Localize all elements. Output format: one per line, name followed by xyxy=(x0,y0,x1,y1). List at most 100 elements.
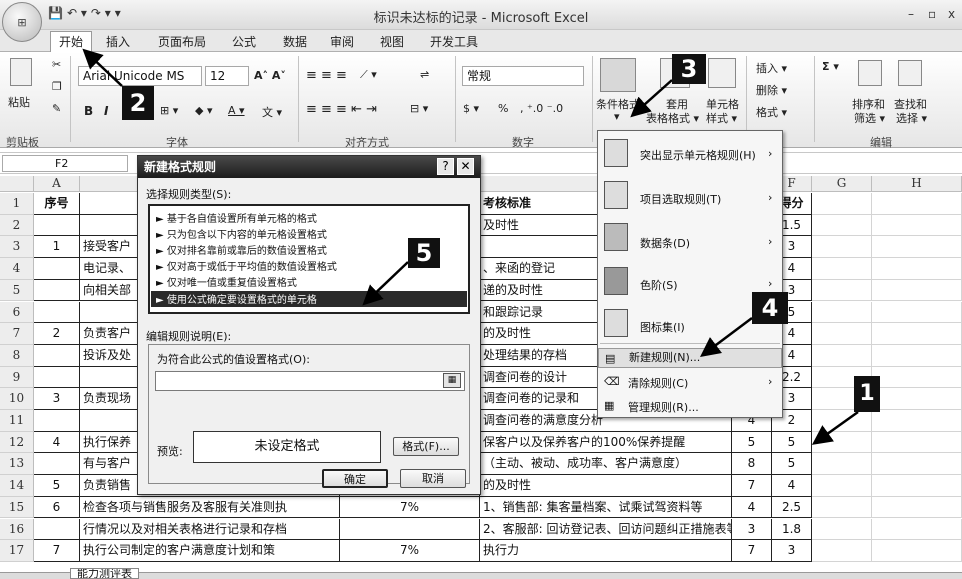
cell-a15[interactable]: 6 xyxy=(34,496,80,519)
cell-h9[interactable] xyxy=(872,366,962,389)
conditional-format-dropdown[interactable]: ▾ xyxy=(614,110,620,123)
cell-g6[interactable] xyxy=(812,301,872,324)
menu-item-new-rule[interactable]: ▤ 新建规则(N)... xyxy=(598,348,782,368)
cell-h12[interactable] xyxy=(872,431,962,454)
column-header[interactable]: G xyxy=(812,176,872,192)
collapse-dialog-icon[interactable]: ▦ xyxy=(443,373,461,388)
cell-g15[interactable] xyxy=(812,496,872,519)
cell-g12[interactable] xyxy=(812,431,872,454)
menu-item-highlight-rules[interactable]: 突出显示单元格规则(H) › xyxy=(598,147,782,163)
menu-item-color-scales[interactable]: 色阶(S) › xyxy=(598,277,782,293)
grow-font-icon[interactable]: A˄ A˅ xyxy=(254,69,286,82)
cell-c15[interactable]: 7% xyxy=(340,496,480,519)
format-painter-icon[interactable]: ✎ xyxy=(52,102,61,115)
cell-styles-dropdown[interactable]: 样式 ▾ xyxy=(706,110,737,126)
row-header[interactable]: 14 xyxy=(0,475,34,497)
find-select-dropdown[interactable]: 选择 ▾ xyxy=(896,110,927,126)
border-icon[interactable]: ⊞ ▾ xyxy=(160,104,178,117)
tab-home[interactable]: 开始 xyxy=(50,31,93,52)
row-header[interactable]: 12 xyxy=(0,431,34,454)
paste-button[interactable]: 粘贴 xyxy=(8,94,30,110)
cell-a1[interactable]: 序号 xyxy=(34,193,80,215)
cell-a10[interactable]: 3 xyxy=(34,388,80,410)
cell-g5[interactable] xyxy=(812,279,872,302)
cell-d15[interactable]: 1、销售部: 集客量档案、试乘试驾资料等 xyxy=(480,496,732,519)
cell-h3[interactable] xyxy=(872,236,962,259)
cell-a2[interactable] xyxy=(34,214,80,237)
currency-icon[interactable]: $ ▾ xyxy=(463,102,479,115)
column-header[interactable]: H xyxy=(872,176,962,192)
row-header[interactable]: 11 xyxy=(0,410,34,432)
cell-h10[interactable] xyxy=(872,388,962,410)
tab-data[interactable]: 数据 xyxy=(283,33,307,50)
cell-b16[interactable]: 行情况以及对相关表格进行记录和存档 xyxy=(80,518,340,541)
cell-e16[interactable]: 3 xyxy=(732,518,772,541)
cell-a12[interactable]: 4 xyxy=(34,431,80,454)
cell-a16[interactable] xyxy=(34,518,80,541)
formula-input[interactable] xyxy=(155,371,465,391)
cell-b17[interactable]: 执行公司制定的客户满意度计划和策 xyxy=(80,540,340,562)
cell-e15[interactable]: 4 xyxy=(732,496,772,519)
cell-e14[interactable]: 7 xyxy=(732,475,772,497)
cell-b15[interactable]: 检查各项与销售服务及客服有关准则执 xyxy=(80,496,340,519)
row-header[interactable]: 3 xyxy=(0,236,34,259)
cell-g4[interactable] xyxy=(812,258,872,280)
cut-icon[interactable]: ✂ xyxy=(52,58,61,71)
align-top-icon[interactable]: ≡ ≡ ≡ xyxy=(306,68,347,83)
row-header[interactable]: 16 xyxy=(0,518,34,541)
cell-d17[interactable]: 执行力 xyxy=(480,540,732,562)
cell-g8[interactable] xyxy=(812,344,872,367)
cell-e17[interactable]: 7 xyxy=(732,540,772,562)
percent-button[interactable]: % xyxy=(498,102,508,115)
font-name-select[interactable]: Arial Unicode MS xyxy=(78,66,202,86)
paste-icon[interactable] xyxy=(10,58,32,86)
row-header[interactable]: 9 xyxy=(0,366,34,389)
wrap-text-icon[interactable]: ⇌ xyxy=(420,68,429,81)
cell-f13[interactable]: 5 xyxy=(772,453,812,476)
cell-h5[interactable] xyxy=(872,279,962,302)
cell-e13[interactable]: 8 xyxy=(732,453,772,476)
tab-developer[interactable]: 开发工具 xyxy=(430,33,478,50)
cell-g2[interactable] xyxy=(812,214,872,237)
rule-type-item[interactable]: ► 只为包含以下内容的单元格设置格式 xyxy=(156,226,327,241)
sort-filter-icon[interactable] xyxy=(858,60,882,86)
cell-a6[interactable] xyxy=(34,301,80,324)
rule-type-item[interactable]: ► 仅对排名靠前或靠后的数值设置格式 xyxy=(156,242,327,257)
cell-d12[interactable]: 保客户以及保养客户的100%保养提醒 xyxy=(480,431,732,454)
cell-a4[interactable] xyxy=(34,258,80,280)
select-all-corner[interactable] xyxy=(0,176,34,192)
row-header[interactable]: 6 xyxy=(0,301,34,324)
find-select-icon[interactable] xyxy=(898,60,922,86)
row-header[interactable]: 15 xyxy=(0,496,34,519)
number-format-select[interactable]: 常规 xyxy=(462,66,584,86)
format-cells-button[interactable]: 格式 ▾ xyxy=(756,104,787,120)
cell-h13[interactable] xyxy=(872,453,962,476)
cell-h17[interactable] xyxy=(872,540,962,562)
cell-h8[interactable] xyxy=(872,344,962,367)
cell-h2[interactable] xyxy=(872,214,962,237)
align-left-icon[interactable]: ≡ ≡ ≡ ⇤ ⇥ xyxy=(306,102,377,117)
cancel-button[interactable]: 取消 xyxy=(400,469,466,488)
dialog-close-button[interactable]: ✕ xyxy=(457,158,474,175)
cell-g14[interactable] xyxy=(812,475,872,497)
font-size-select[interactable]: 12 xyxy=(205,66,249,86)
cell-c17[interactable]: 7% xyxy=(340,540,480,562)
cell-h7[interactable] xyxy=(872,323,962,345)
ok-button[interactable]: 确定 xyxy=(322,469,388,488)
cell-d16[interactable]: 2、客服部: 回访登记表、回访问题纠正措施表等 xyxy=(480,518,732,541)
cell-g16[interactable] xyxy=(812,518,872,541)
copy-icon[interactable]: ❐ xyxy=(52,80,62,93)
customize-qat-icon[interactable]: ▾ xyxy=(115,6,121,20)
cell-g13[interactable] xyxy=(812,453,872,476)
cell-c16[interactable] xyxy=(340,518,480,541)
menu-item-top-bottom-rules[interactable]: 项目选取规则(T) › xyxy=(598,191,782,207)
cell-f12[interactable]: 5 xyxy=(772,431,812,454)
cell-a8[interactable] xyxy=(34,344,80,367)
tab-review[interactable]: 审阅 xyxy=(330,33,354,50)
dialog-help-button[interactable]: ? xyxy=(437,158,454,175)
autosum-button[interactable]: Σ ▾ xyxy=(822,60,839,73)
tab-page-layout[interactable]: 页面布局 xyxy=(158,33,206,50)
cell-h4[interactable] xyxy=(872,258,962,280)
sort-filter-dropdown[interactable]: 筛选 ▾ xyxy=(854,110,885,126)
maximize-button[interactable]: ▫ xyxy=(928,7,936,21)
